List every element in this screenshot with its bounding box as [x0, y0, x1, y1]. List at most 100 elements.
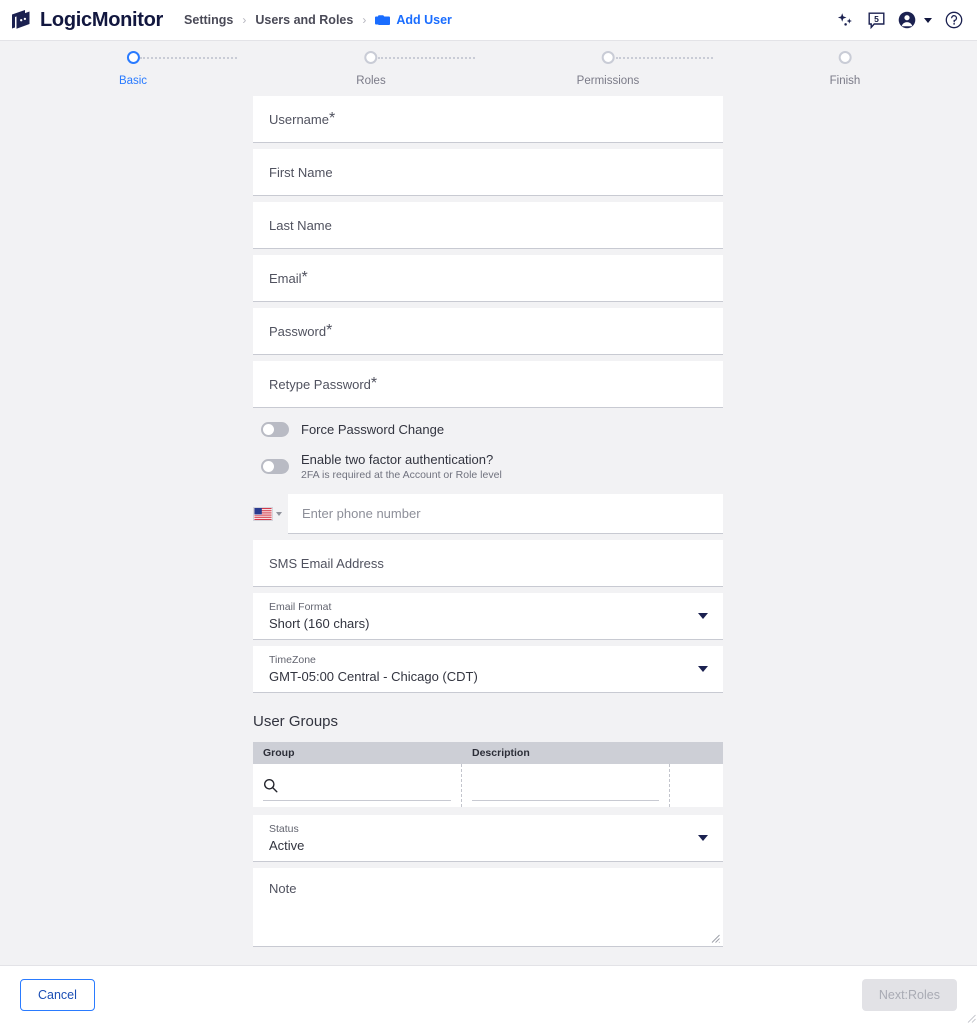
- timezone-label: TimeZone: [269, 654, 478, 666]
- chevron-down-icon: [276, 512, 282, 516]
- email-label: Email: [269, 271, 302, 286]
- step-label: Roles: [356, 75, 385, 87]
- sms-email-address-field[interactable]: SMS Email Address: [253, 540, 723, 587]
- two-factor-auth-label: Enable two factor authentication?: [301, 452, 502, 467]
- first-name-label: First Name: [269, 165, 333, 180]
- stepper-step-basic[interactable]: Basic: [119, 51, 147, 87]
- cancel-button[interactable]: Cancel: [20, 979, 95, 1011]
- chevron-down-icon[interactable]: [698, 835, 708, 841]
- top-bar-actions: 5: [837, 11, 963, 29]
- brand-name: LogicMonitor: [40, 9, 163, 32]
- resize-corner-icon: [966, 1013, 976, 1023]
- breadcrumb-separator: ›: [362, 13, 366, 27]
- breadcrumb: Settings › Users and Roles › Add User: [184, 13, 452, 27]
- top-navigation-bar: LogicMonitor Settings › Users and Roles …: [0, 0, 977, 41]
- breadcrumb-separator: ›: [242, 13, 246, 27]
- next-roles-button[interactable]: Next:Roles: [862, 979, 957, 1011]
- two-factor-auth-toggle[interactable]: [261, 459, 289, 474]
- stepper-step-roles[interactable]: Roles: [356, 51, 385, 87]
- step-dot-icon: [365, 51, 378, 64]
- username-label: Username: [269, 112, 329, 127]
- last-name-field[interactable]: Last Name: [253, 202, 723, 249]
- country-code-selector[interactable]: [253, 494, 288, 534]
- retype-password-field[interactable]: Retype Password *: [253, 361, 723, 408]
- us-flag-icon: [253, 507, 273, 521]
- note-label: Note: [269, 881, 296, 896]
- column-header-description: Description: [462, 747, 670, 759]
- sparkle-icon[interactable]: [837, 11, 855, 29]
- email-format-value: Short (160 chars): [269, 616, 369, 631]
- required-marker: *: [329, 110, 335, 128]
- password-field[interactable]: Password *: [253, 308, 723, 355]
- logicmonitor-mark-icon: [9, 8, 34, 33]
- timezone-content: TimeZone GMT-05:00 Central - Chicago (CD…: [269, 654, 478, 684]
- email-format-label: Email Format: [269, 601, 369, 613]
- notification-count: 5: [868, 12, 885, 29]
- help-circle-icon[interactable]: [945, 11, 963, 29]
- logicmonitor-logo[interactable]: LogicMonitor: [9, 8, 163, 33]
- email-format-content: Email Format Short (160 chars): [269, 601, 369, 631]
- user-groups-table: Group Description: [253, 742, 723, 807]
- timezone-select[interactable]: TimeZone GMT-05:00 Central - Chicago (CD…: [253, 646, 723, 693]
- description-cell[interactable]: [462, 764, 670, 807]
- note-textarea[interactable]: Note: [253, 868, 723, 947]
- force-password-change-toggle[interactable]: [261, 422, 289, 437]
- row-actions-cell[interactable]: [670, 764, 723, 807]
- add-user-page: LogicMonitor Settings › Users and Roles …: [0, 0, 977, 1024]
- column-header-group: Group: [253, 747, 462, 759]
- two-factor-auth-text: Enable two factor authentication? 2FA is…: [301, 452, 502, 481]
- step-label: Finish: [830, 75, 861, 87]
- breadcrumb-current-label: Add User: [396, 13, 452, 27]
- breadcrumb-item-add-user[interactable]: Add User: [375, 13, 452, 27]
- wizard-stepper: Basic Roles Permissions Finish: [0, 41, 977, 96]
- resize-handle-icon[interactable]: [711, 934, 720, 943]
- chevron-down-icon[interactable]: [698, 666, 708, 672]
- two-factor-auth-description: 2FA is required at the Account or Role l…: [301, 469, 502, 481]
- search-icon: [263, 778, 278, 793]
- status-value: Active: [269, 838, 304, 853]
- timezone-value: GMT-05:00 Central - Chicago (CDT): [269, 669, 478, 684]
- stepper-step-finish[interactable]: Finish: [830, 51, 861, 87]
- phone-placeholder: Enter phone number: [302, 506, 421, 521]
- step-dot-icon: [127, 51, 140, 64]
- force-password-change-label: Force Password Change: [301, 422, 444, 437]
- breadcrumb-item-settings[interactable]: Settings: [184, 13, 233, 27]
- breadcrumb-item-users-and-roles[interactable]: Users and Roles: [255, 13, 353, 27]
- email-field[interactable]: Email *: [253, 255, 723, 302]
- status-select[interactable]: Status Active: [253, 815, 723, 862]
- status-label: Status: [269, 823, 304, 835]
- required-marker: *: [302, 269, 308, 287]
- first-name-field[interactable]: First Name: [253, 149, 723, 196]
- folders-icon: [375, 14, 390, 27]
- add-user-form: Username * First Name Last Name Email * …: [253, 96, 723, 947]
- form-content-area: Username * First Name Last Name Email * …: [0, 96, 977, 965]
- account-chevron-down-icon[interactable]: [924, 18, 932, 23]
- last-name-label: Last Name: [269, 218, 332, 233]
- password-label: Password: [269, 324, 326, 339]
- description-cell-underline: [472, 800, 659, 801]
- phone-number-input[interactable]: Enter phone number: [288, 494, 723, 534]
- two-factor-auth-row: Enable two factor authentication? 2FA is…: [253, 449, 723, 483]
- group-cell-underline: [263, 800, 451, 801]
- wizard-footer: Cancel Next:Roles: [0, 965, 977, 1024]
- stepper-connector: [378, 57, 475, 59]
- step-label: Permissions: [577, 75, 640, 87]
- step-dot-icon: [839, 51, 852, 64]
- force-password-change-row: Force Password Change: [253, 417, 723, 441]
- table-row: [253, 764, 723, 807]
- phone-number-row: Enter phone number: [253, 494, 723, 534]
- notifications-icon[interactable]: 5: [868, 12, 885, 29]
- email-format-select[interactable]: Email Format Short (160 chars): [253, 593, 723, 640]
- account-avatar-icon[interactable]: [898, 11, 916, 29]
- user-groups-table-header: Group Description: [253, 742, 723, 764]
- required-marker: *: [326, 322, 332, 340]
- sms-email-address-label: SMS Email Address: [269, 556, 384, 571]
- group-search-cell[interactable]: [253, 764, 462, 807]
- chevron-down-icon[interactable]: [698, 613, 708, 619]
- stepper-step-permissions[interactable]: Permissions: [577, 51, 640, 87]
- status-content: Status Active: [269, 823, 304, 853]
- step-dot-icon: [601, 51, 614, 64]
- username-field[interactable]: Username *: [253, 96, 723, 143]
- stepper-track: Basic Roles Permissions Finish: [0, 51, 977, 96]
- stepper-connector: [140, 57, 237, 59]
